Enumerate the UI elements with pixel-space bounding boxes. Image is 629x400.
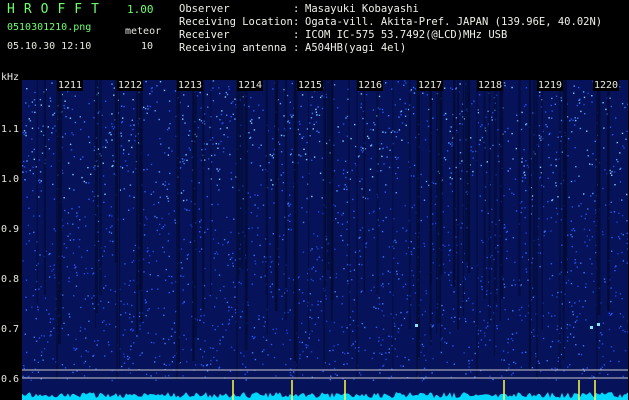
x-tick-label: 1212 [117,80,144,91]
info-separator: : [293,29,300,41]
x-tick-label: 1220 [593,80,620,91]
info-separator: : [293,16,300,28]
mode-label: meteor [125,26,162,37]
y-tick-label: 1.1 [1,124,20,135]
app-name: HROFFT [7,2,108,17]
header-panel: HROFFT 1.00 0510301210.png meteor 05.10.… [3,2,173,62]
x-tick-label: 1211 [57,80,84,91]
y-tick-label: 1.0 [1,174,20,185]
file-name: 0510301210.png [7,22,92,33]
x-tick-label: 1214 [237,80,264,91]
info-row-location: Receiving Location: Ogata-vill. Akita-Pre… [179,16,602,29]
station-info: Observer: Masayuki Kobayashi Receiving Lo… [179,3,602,55]
info-separator: : [293,3,300,15]
info-label: Receiver [179,29,230,41]
info-label: Receiving Location [179,16,293,28]
x-tick-label: 1213 [177,80,204,91]
y-axis-unit: kHz [1,72,20,83]
x-tick-label: 1217 [417,80,444,91]
capture-datetime: 05.10.30 12:10 [7,41,92,52]
info-value: Ogata-vill. Akita-Pref. JAPAN (139.96E, … [305,16,603,28]
info-row-receiver: Receiver: ICOM IC-575 53.7492(@LCD)MHz US… [179,29,602,42]
y-tick-label: 0.8 [1,274,20,285]
info-separator: : [293,42,300,54]
y-tick-label: 0.7 [1,324,20,335]
app-version: 1.00 [127,3,154,16]
x-tick-label: 1218 [477,80,504,91]
meteor-count: 10 [141,41,154,52]
x-tick-label: 1219 [537,80,564,91]
x-tick-label: 1215 [297,80,324,91]
info-label: Observer [179,3,230,15]
info-row-antenna: Receiving antenna: A504HB(yagi 4el) [179,42,602,55]
info-value: ICOM IC-575 53.7492(@LCD)MHz USB [305,29,508,41]
info-label: Receiving antenna [179,42,287,54]
info-value: A504HB(yagi 4el) [305,42,407,54]
info-row-observer: Observer: Masayuki Kobayashi [179,3,602,16]
x-tick-label: 1216 [357,80,384,91]
y-tick-label: 0.6 [1,374,20,385]
y-tick-label: 0.9 [1,224,20,235]
spectrogram [22,80,628,400]
info-value: Masayuki Kobayashi [305,3,419,15]
